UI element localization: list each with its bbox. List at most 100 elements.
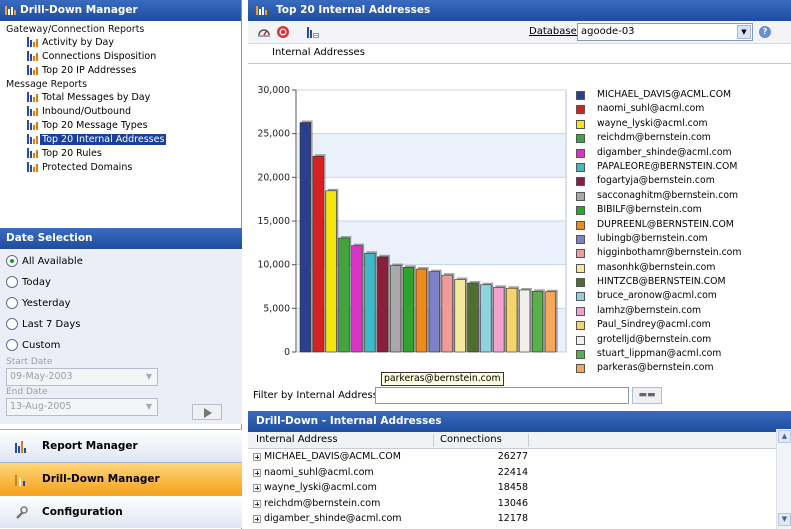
wrench-icon bbox=[16, 506, 28, 519]
table-row[interactable]: naomi_suhl@acml.com 22414 bbox=[248, 465, 791, 481]
tree-group: Gateway/Connection Reports bbox=[6, 24, 145, 35]
help-icon[interactable]: ? bbox=[759, 26, 771, 38]
tree-item[interactable]: Top 20 Internal Addresses bbox=[0, 133, 241, 147]
start-date-value: 09-May-2003 bbox=[10, 371, 73, 382]
legend-label: naomi_suhl@acml.com bbox=[597, 103, 705, 115]
table-row[interactable]: digamber_shinde@acml.com 12178 bbox=[248, 511, 791, 527]
expand-icon[interactable] bbox=[253, 499, 261, 508]
start-date-field[interactable]: 09-May-2003 ▼ bbox=[6, 368, 158, 386]
tree-item-label: Total Messages by Day bbox=[42, 92, 151, 103]
legend-item: bruce_aronow@acml.com bbox=[576, 289, 741, 303]
vertical-scrollbar[interactable]: ▲ ▼ bbox=[776, 429, 791, 529]
legend-swatch bbox=[576, 292, 585, 302]
tree-item-label: Top 20 Message Types bbox=[42, 120, 148, 131]
bar bbox=[441, 274, 453, 353]
grid-header: Internal Address Connections bbox=[248, 432, 791, 449]
legend-label: grotelljd@bernstein.com bbox=[597, 333, 712, 345]
legend-swatch bbox=[576, 263, 585, 273]
radio-button[interactable] bbox=[6, 297, 18, 309]
legend-item: PAPALEORE@BERNSTEIN.COM bbox=[576, 160, 741, 174]
y-tick-label: 20,000 bbox=[257, 172, 290, 183]
legend-swatch bbox=[576, 206, 585, 216]
address-cell: naomi_suhl@acml.com bbox=[264, 466, 374, 478]
expand-icon[interactable] bbox=[253, 453, 261, 461]
nav-button[interactable]: Drill-Down Manager bbox=[0, 462, 242, 495]
legend-label: MICHAEL_DAVIS@ACML.COM bbox=[597, 89, 732, 100]
chart-type-icon[interactable] bbox=[306, 25, 320, 39]
legend-label: Paul_Sindrey@acml.com bbox=[597, 319, 711, 331]
legend-swatch bbox=[576, 364, 585, 374]
date-option[interactable]: All Available bbox=[0, 251, 242, 272]
bar bbox=[518, 289, 531, 353]
legend-label: PAPALEORE@BERNSTEIN.COM bbox=[597, 160, 738, 172]
legend-label: parkeras@bernstein.com bbox=[597, 362, 714, 374]
legend-item: fogartyja@bernstein.com bbox=[576, 174, 741, 188]
table-row[interactable]: reichdm@bernstein.com 13046 bbox=[248, 496, 791, 512]
expand-icon[interactable] bbox=[253, 484, 261, 492]
table-row[interactable]: wayne_lyski@acml.com 18458 bbox=[248, 480, 791, 496]
y-tick-label: 10,000 bbox=[257, 260, 290, 271]
tree-item[interactable]: Activity by Day bbox=[0, 36, 241, 50]
radio-button[interactable] bbox=[6, 255, 18, 267]
date-option-label: All Available bbox=[22, 256, 83, 267]
column-header-connections[interactable]: Connections bbox=[440, 434, 502, 447]
drill-chart-icon bbox=[256, 6, 267, 15]
tab-strip: Internal Addresses bbox=[248, 44, 791, 64]
date-option[interactable]: Today bbox=[0, 272, 242, 293]
y-tick-label: 0 bbox=[284, 347, 290, 358]
run-button[interactable] bbox=[192, 404, 222, 420]
bar bbox=[325, 190, 337, 353]
nav-button-label: Report Manager bbox=[42, 440, 138, 452]
tree-item[interactable]: Top 20 Message Types bbox=[0, 119, 241, 133]
legend-swatch bbox=[576, 134, 585, 144]
tab-internal-addresses[interactable]: Internal Addresses bbox=[272, 47, 365, 58]
legend-label: BIBILF@bernstein.com bbox=[597, 204, 702, 216]
legend-swatch bbox=[576, 119, 585, 129]
column-divider[interactable] bbox=[433, 434, 434, 447]
chevron-down-icon[interactable]: ▼ bbox=[737, 25, 751, 39]
radio-button[interactable] bbox=[6, 276, 18, 288]
tree-item[interactable]: Top 20 Rules bbox=[0, 147, 241, 161]
legend-item: Paul_Sindrey@acml.com bbox=[576, 318, 741, 332]
filter-label: Filter by Internal Address: bbox=[253, 390, 382, 401]
chevron-down-icon[interactable]: ▼ bbox=[142, 370, 156, 384]
tree-item[interactable]: Inbound/Outbound bbox=[0, 105, 241, 119]
legend-label: stuart_lippman@acml.com bbox=[597, 348, 722, 360]
radio-button[interactable] bbox=[6, 339, 18, 351]
legend-swatch bbox=[576, 177, 585, 187]
legend-label: reichdm@bernstein.com bbox=[597, 132, 711, 144]
scroll-down-arrow[interactable]: ▼ bbox=[778, 513, 791, 526]
report-icon bbox=[27, 65, 38, 75]
date-option[interactable]: Last 7 Days bbox=[0, 314, 242, 335]
radio-button[interactable] bbox=[6, 318, 18, 330]
legend-swatch bbox=[576, 249, 585, 259]
tree-item[interactable]: Top 20 IP Addresses bbox=[0, 64, 241, 78]
column-divider[interactable] bbox=[528, 434, 529, 447]
chevron-down-icon[interactable]: ▼ bbox=[142, 400, 156, 414]
bar bbox=[467, 282, 479, 353]
database-select[interactable]: agoode-03 ▼ bbox=[577, 23, 753, 41]
y-tick-label: 15,000 bbox=[257, 216, 290, 227]
date-option[interactable]: Yesterday bbox=[0, 293, 242, 314]
filter-button[interactable]: ▬▬ bbox=[632, 387, 662, 404]
expand-icon[interactable] bbox=[253, 515, 261, 523]
y-tick-label: 25,000 bbox=[257, 129, 290, 140]
tree-item[interactable]: Connections Disposition bbox=[0, 50, 241, 64]
nav-button[interactable]: Report Manager bbox=[0, 429, 242, 462]
scroll-up-arrow[interactable]: ▲ bbox=[778, 430, 791, 443]
report-title: Top 20 Internal Addresses bbox=[276, 4, 431, 16]
stop-icon[interactable] bbox=[276, 25, 290, 39]
expand-icon[interactable] bbox=[253, 468, 261, 477]
report-icon bbox=[27, 37, 38, 47]
legend-label: sacconaghitm@bernstein.com bbox=[597, 189, 739, 201]
tree-item[interactable]: Protected Domains bbox=[0, 161, 241, 175]
gauge-icon[interactable] bbox=[257, 25, 271, 39]
tree-item[interactable]: Total Messages by Day bbox=[0, 91, 241, 105]
date-option[interactable]: Custom bbox=[0, 335, 242, 356]
table-row[interactable]: MICHAEL_DAVIS@ACML.COM 26277 bbox=[248, 449, 791, 465]
end-date-field[interactable]: 13-Aug-2005 ▼ bbox=[6, 398, 158, 416]
nav-button[interactable]: Configuration bbox=[0, 495, 242, 528]
filter-input[interactable] bbox=[375, 387, 629, 404]
column-header-address[interactable]: Internal Address bbox=[256, 434, 338, 447]
database-label: Database: bbox=[529, 26, 581, 37]
